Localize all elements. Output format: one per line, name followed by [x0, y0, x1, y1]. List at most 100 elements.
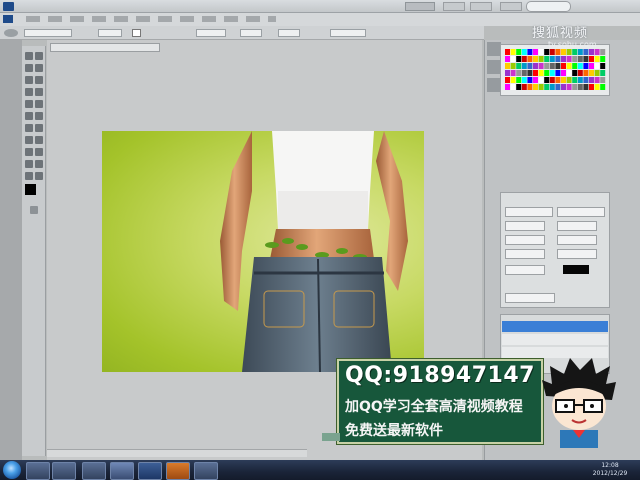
color-swatch[interactable]	[533, 70, 538, 76]
color-swatch[interactable]	[505, 84, 510, 90]
color-swatch[interactable]	[594, 70, 600, 76]
3d-orbit-tool-icon[interactable]	[35, 160, 43, 168]
crop-tool-icon[interactable]	[25, 76, 33, 84]
move-tool-icon[interactable]	[25, 52, 33, 60]
color-swatch[interactable]	[505, 56, 510, 62]
brush-tool-icon[interactable]	[35, 88, 43, 96]
color-swatch[interactable]	[561, 63, 566, 69]
color-swatch[interactable]	[510, 56, 516, 62]
color-swatch[interactable]	[561, 77, 566, 83]
vertical-scale-input[interactable]	[505, 249, 545, 259]
workspace-painting-button[interactable]	[470, 2, 492, 11]
color-swatch[interactable]	[583, 84, 589, 90]
color-swatch[interactable]	[549, 49, 555, 55]
color-swatch[interactable]	[594, 49, 600, 55]
color-swatch[interactable]	[572, 49, 578, 55]
color-swatch[interactable]	[533, 77, 538, 83]
color-swatch[interactable]	[510, 84, 516, 90]
color-swatch[interactable]	[566, 63, 572, 69]
color-swatch[interactable]	[544, 56, 550, 62]
clone-stamp-tool-icon[interactable]	[25, 100, 33, 108]
color-swatch[interactable]	[572, 84, 578, 90]
baseline-shift-input[interactable]	[505, 265, 545, 275]
feather-input[interactable]	[98, 29, 122, 37]
color-swatch[interactable]	[583, 70, 589, 76]
color-swatch[interactable]	[594, 77, 600, 83]
quick-mask-icon[interactable]	[30, 206, 38, 214]
color-swatch[interactable]	[516, 49, 522, 55]
color-swatch[interactable]	[561, 49, 566, 55]
color-swatch[interactable]	[555, 84, 561, 90]
font-size-input[interactable]	[505, 221, 545, 231]
color-swatch[interactable]	[516, 77, 522, 83]
width-input[interactable]	[240, 29, 262, 37]
color-swatch[interactable]	[549, 84, 555, 90]
color-swatch[interactable]	[555, 49, 561, 55]
color-swatch[interactable]	[533, 56, 538, 62]
color-swatch[interactable]	[572, 56, 578, 62]
taskbar-player-icon[interactable]	[166, 462, 190, 480]
color-swatch[interactable]	[561, 56, 566, 62]
color-swatch[interactable]	[527, 49, 533, 55]
color-swatch[interactable]	[572, 70, 578, 76]
color-swatch[interactable]	[566, 70, 572, 76]
swatch-grid[interactable]	[501, 45, 609, 95]
color-swatch[interactable]	[577, 56, 583, 62]
hand-tool-icon[interactable]	[25, 172, 33, 180]
color-swatch[interactable]	[577, 77, 583, 83]
color-swatch[interactable]	[600, 70, 606, 76]
taskbar-app-icon[interactable]	[194, 462, 218, 480]
color-swatch[interactable]	[566, 49, 572, 55]
color-swatch[interactable]	[521, 77, 527, 83]
height-input[interactable]	[278, 29, 300, 37]
path-select-tool-icon[interactable]	[25, 148, 33, 156]
color-swatch[interactable]	[589, 70, 594, 76]
taskbar-media-icon[interactable]	[26, 462, 50, 480]
color-swatch[interactable]	[516, 84, 522, 90]
gradient-tool-icon[interactable]	[35, 112, 43, 120]
color-swatch[interactable]	[505, 63, 510, 69]
color-swatch[interactable]	[600, 77, 606, 83]
color-swatch[interactable]	[538, 70, 544, 76]
eyedropper-tool-icon[interactable]	[35, 76, 43, 84]
collapsed-panel-icon-2[interactable]	[487, 60, 501, 74]
workspace-switcher[interactable]	[405, 2, 435, 11]
color-swatch[interactable]	[577, 63, 583, 69]
anti-alias-checkbox[interactable]	[132, 29, 141, 37]
eraser-tool-icon[interactable]	[25, 112, 33, 120]
pen-tool-icon[interactable]	[25, 136, 33, 144]
color-swatch[interactable]	[583, 56, 589, 62]
collapsed-panel-icon-3[interactable]	[487, 78, 501, 92]
color-swatch[interactable]	[521, 56, 527, 62]
color-swatch[interactable]	[600, 63, 606, 69]
color-swatch[interactable]	[538, 63, 544, 69]
color-swatch[interactable]	[505, 49, 510, 55]
dodge-tool-icon[interactable]	[35, 124, 43, 132]
workspace-design-button[interactable]	[443, 2, 465, 11]
color-swatch[interactable]	[521, 84, 527, 90]
quick-select-tool-icon[interactable]	[35, 64, 43, 72]
color-swatch[interactable]	[594, 63, 600, 69]
color-swatch[interactable]	[549, 77, 555, 83]
layer-row[interactable]	[502, 334, 608, 345]
color-swatch[interactable]	[533, 84, 538, 90]
language-select[interactable]	[505, 293, 555, 303]
start-button[interactable]	[3, 461, 21, 479]
color-swatch[interactable]	[544, 77, 550, 83]
color-swatch[interactable]	[521, 49, 527, 55]
color-swatch[interactable]	[566, 77, 572, 83]
color-swatch[interactable]	[516, 63, 522, 69]
color-swatch[interactable]	[521, 63, 527, 69]
text-color-swatch[interactable]	[563, 265, 589, 274]
color-swatch[interactable]	[555, 77, 561, 83]
color-swatch[interactable]	[549, 56, 555, 62]
color-swatch[interactable]	[527, 70, 533, 76]
workspace-photo-button[interactable]	[500, 2, 522, 11]
color-swatch[interactable]	[538, 77, 544, 83]
blur-tool-icon[interactable]	[25, 124, 33, 132]
color-swatch[interactable]	[577, 49, 583, 55]
color-swatch[interactable]	[561, 84, 566, 90]
font-family-select[interactable]	[505, 207, 553, 217]
color-swatch[interactable]	[538, 49, 544, 55]
color-swatch[interactable]	[527, 63, 533, 69]
